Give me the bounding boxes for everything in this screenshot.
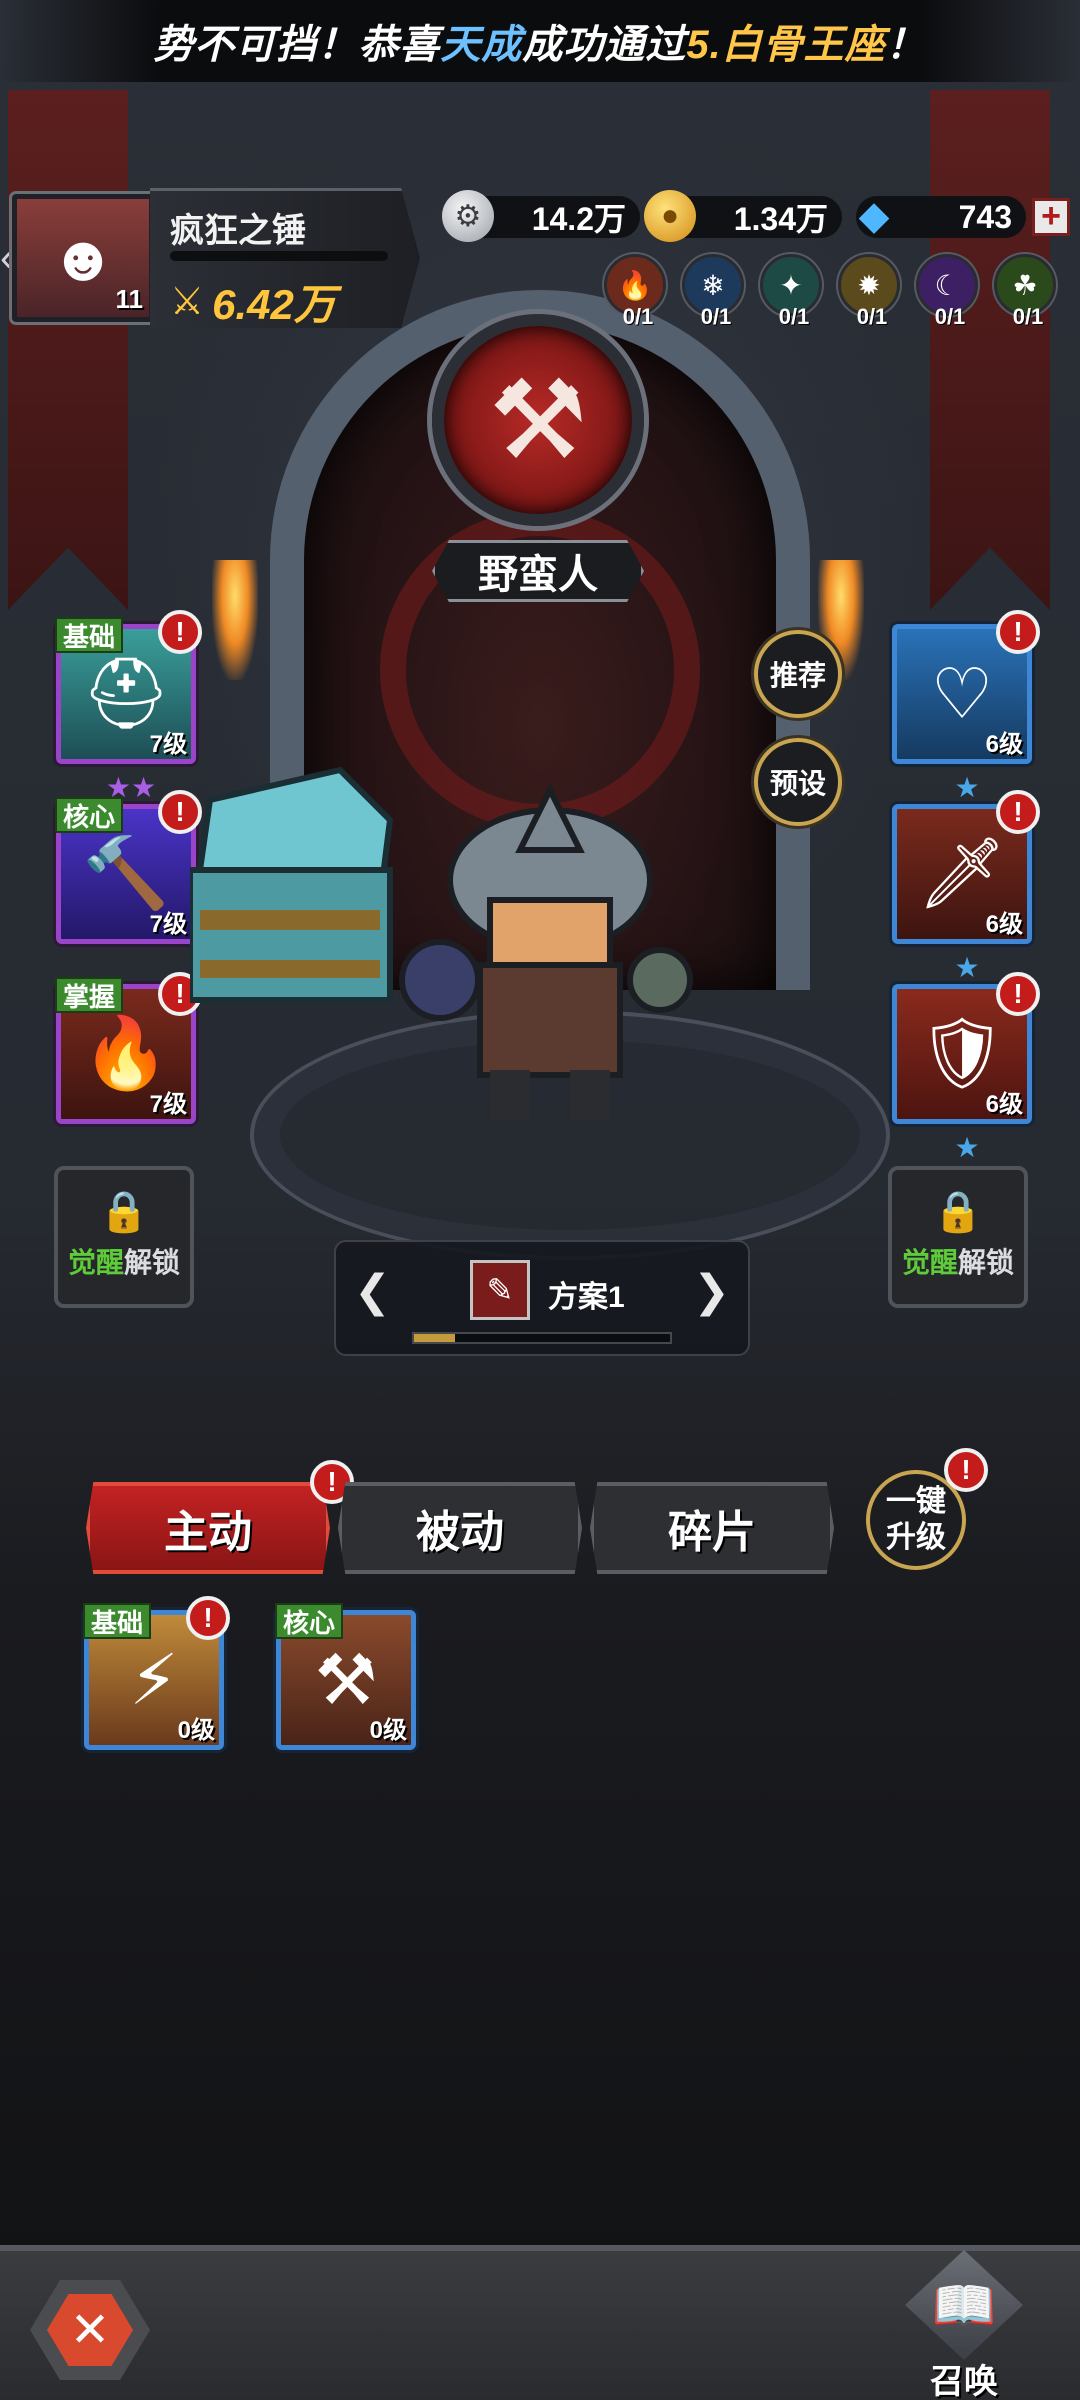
left-banner — [8, 90, 128, 610]
gold-currency[interactable]: ● 1.34万 — [644, 190, 842, 242]
preset-progress-bar — [412, 1332, 672, 1344]
summon-button[interactable]: 📖 召唤 — [896, 2250, 1032, 2400]
one-key-line2: 升级 — [886, 1521, 946, 1554]
element-tokens: 🔥 0/1 ❄ 0/1 ✦ 0/1 ✹ 0/1 ☾ 0/1 ☘ 0/1 — [604, 254, 1074, 334]
token-fire[interactable]: 🔥 0/1 — [604, 254, 669, 334]
player-power: ⚔ 6.42万 — [170, 271, 336, 328]
announcement-part2: 成功通过 — [522, 23, 687, 67]
hero-character — [187, 760, 790, 1160]
announcement-part1: 势不可挡！恭喜 — [153, 23, 441, 67]
player-info: 疯狂之锤 ⚔ 6.42万 — [150, 188, 420, 328]
alert-badge: ! — [944, 1448, 988, 1492]
token-poison[interactable]: ☘ 0/1 — [994, 254, 1059, 334]
close-icon: ✕ — [47, 2294, 133, 2366]
skill-level: 7级 — [149, 731, 187, 758]
announcement-part3: ！ — [885, 23, 927, 67]
skill-level: 6级 — [985, 731, 1023, 758]
diamond-icon: ◆ — [858, 194, 890, 238]
silver-coin-icon: ⚙ — [442, 190, 494, 242]
token-count: 0/1 — [622, 304, 654, 329]
awaken-highlight: 觉醒 — [67, 1247, 124, 1278]
recommend-button[interactable]: 推荐 — [754, 630, 842, 718]
hero-portrait-icon: ☻ — [49, 222, 117, 294]
lock-icon: 🔒 — [99, 1190, 149, 1234]
alert-badge: ! — [996, 790, 1040, 834]
token-shadow[interactable]: ☾ 0/1 — [916, 254, 981, 334]
preset-progress-fill — [414, 1334, 455, 1342]
announcement-banner: 势不可挡！恭喜 天成 成功通过 5.白骨王座！ — [0, 0, 1080, 82]
skill-tag: 掌握 — [55, 977, 124, 1013]
one-key-line1: 一键 — [886, 1485, 946, 1518]
skill-level: 6级 — [985, 1091, 1023, 1118]
awaken-unlock-left[interactable]: 🔒 觉醒解锁 — [54, 1166, 194, 1308]
skill-tag: 基础 — [83, 1603, 152, 1639]
skill-level: 7级 — [149, 911, 187, 938]
alert-badge: ! — [186, 1596, 230, 1640]
player-panel: ‹ ☻ 11 疯狂之锤 ⚔ 6.42万 — [0, 188, 430, 328]
player-level: 11 — [115, 284, 144, 314]
axe-emblem-icon[interactable]: ⚒ — [432, 314, 644, 526]
skill-level: 6级 — [985, 911, 1023, 938]
skill-level: 7级 — [149, 1091, 187, 1118]
crossed-swords-icon: ⚔ — [170, 281, 205, 323]
gold-coin-icon: ● — [644, 190, 696, 242]
barbarian-figure — [399, 783, 693, 1120]
token-nature[interactable]: ✦ 0/1 — [760, 254, 825, 334]
chevron-left-icon[interactable]: ❮ — [354, 1266, 391, 1317]
skill-tag: 核心 — [275, 1603, 344, 1639]
preset-selector: ❮ ✎ 方案1 ❯ — [334, 1240, 750, 1356]
token-count: 0/1 — [934, 304, 966, 329]
hammer-weapon — [187, 766, 394, 1003]
left-torch — [212, 560, 258, 680]
silver-currency[interactable]: ⚙ 14.2万 — [442, 190, 640, 242]
skill-tag: 核心 — [55, 797, 124, 833]
lock-icon: 🔒 — [933, 1190, 983, 1234]
token-count: 0/1 — [856, 304, 888, 329]
announcement-player-name: 天成 — [440, 23, 523, 67]
chevron-right-icon[interactable]: ❯ — [693, 1266, 730, 1317]
player-name: 疯狂之锤 — [170, 212, 306, 250]
skill-tag: 基础 — [55, 617, 124, 653]
silver-amount: 14.2万 — [531, 201, 626, 237]
preset-label: 方案1 — [548, 1281, 625, 1314]
skill-level: 0级 — [177, 1717, 215, 1744]
token-count: 0/1 — [700, 304, 732, 329]
alert-badge: ! — [158, 610, 202, 654]
right-banner — [930, 90, 1050, 610]
active-skill-core[interactable]: ⚒ 0级 核心 — [275, 1603, 416, 1750]
player-power-value: 6.42万 — [212, 281, 336, 328]
token-count: 0/1 — [778, 304, 810, 329]
alert-badge: ! — [996, 972, 1040, 1016]
tab-active-skills[interactable]: 主动 — [86, 1482, 330, 1574]
player-avatar[interactable]: ☻ 11 — [9, 191, 157, 325]
awaken-highlight: 觉醒 — [901, 1247, 958, 1278]
gem-amount: 743 — [958, 198, 1012, 235]
gold-amount: 1.34万 — [733, 201, 828, 237]
tab-fragments[interactable]: 碎片 — [590, 1482, 834, 1574]
tab-passive-skills[interactable]: 被动 — [338, 1482, 582, 1574]
player-xp-bar — [170, 251, 388, 261]
awaken-text: 解锁 — [958, 1247, 1015, 1278]
awaken-text: 解锁 — [124, 1247, 181, 1278]
token-earth[interactable]: ✹ 0/1 — [838, 254, 903, 334]
hero-class-name: 野蛮人 — [432, 540, 644, 602]
awaken-unlock-right[interactable]: 🔒 觉醒解锁 — [888, 1166, 1028, 1308]
skill-level: 0级 — [369, 1717, 407, 1744]
gem-currency[interactable]: ◆ 743 — [856, 194, 1026, 238]
token-count: 0/1 — [1012, 304, 1044, 329]
skill-stars: ★ — [954, 1132, 980, 1163]
announcement-stage: 5.白骨王座 — [686, 23, 886, 67]
spellbook-icon: 📖 — [905, 2250, 1023, 2360]
edit-pencil-icon[interactable]: ✎ — [470, 1260, 530, 1320]
add-gems-button[interactable]: + — [1032, 198, 1070, 236]
alert-badge: ! — [996, 610, 1040, 654]
summon-label: 召唤 — [930, 2363, 998, 2400]
token-frost[interactable]: ❄ 0/1 — [682, 254, 747, 334]
